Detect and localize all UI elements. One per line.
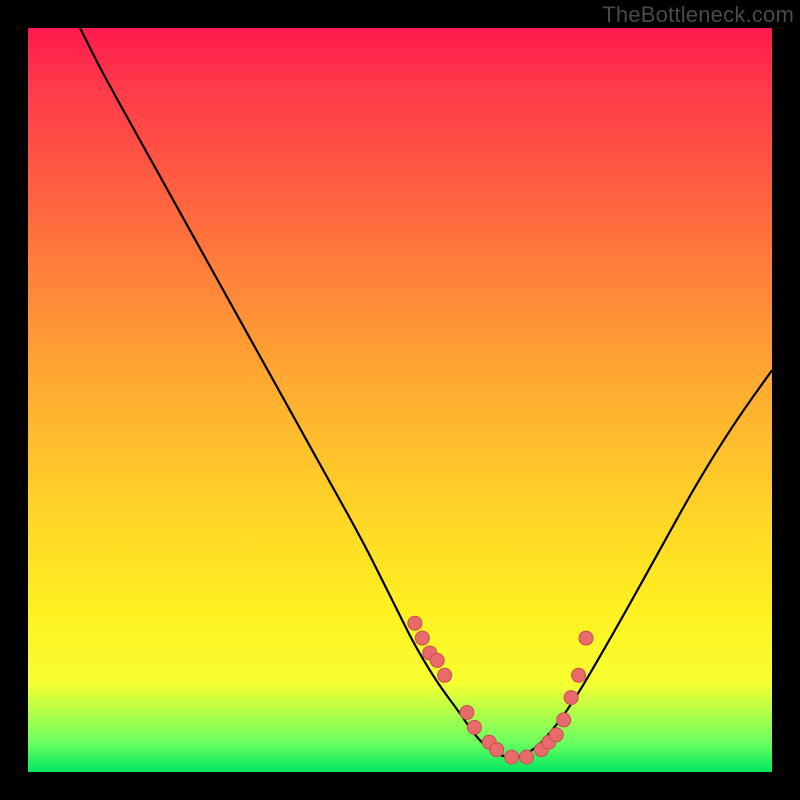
highlight-dot [430,653,444,667]
highlight-dot [579,631,593,645]
highlight-dot [490,743,504,757]
highlight-dot [408,616,422,630]
highlight-dot [415,631,429,645]
curve-layer [28,28,772,772]
highlight-dot [438,668,452,682]
plot-area [28,28,772,772]
highlight-dot [549,728,563,742]
highlight-dot [505,750,519,764]
highlight-dot [460,705,474,719]
highlight-dot [519,750,533,764]
highlight-dot [564,691,578,705]
highlight-dot [572,668,586,682]
highlight-dots [408,616,593,764]
watermark-text: TheBottleneck.com [602,2,794,28]
chart-frame: TheBottleneck.com [0,0,800,800]
highlight-dot [557,713,571,727]
highlight-dot [467,720,481,734]
